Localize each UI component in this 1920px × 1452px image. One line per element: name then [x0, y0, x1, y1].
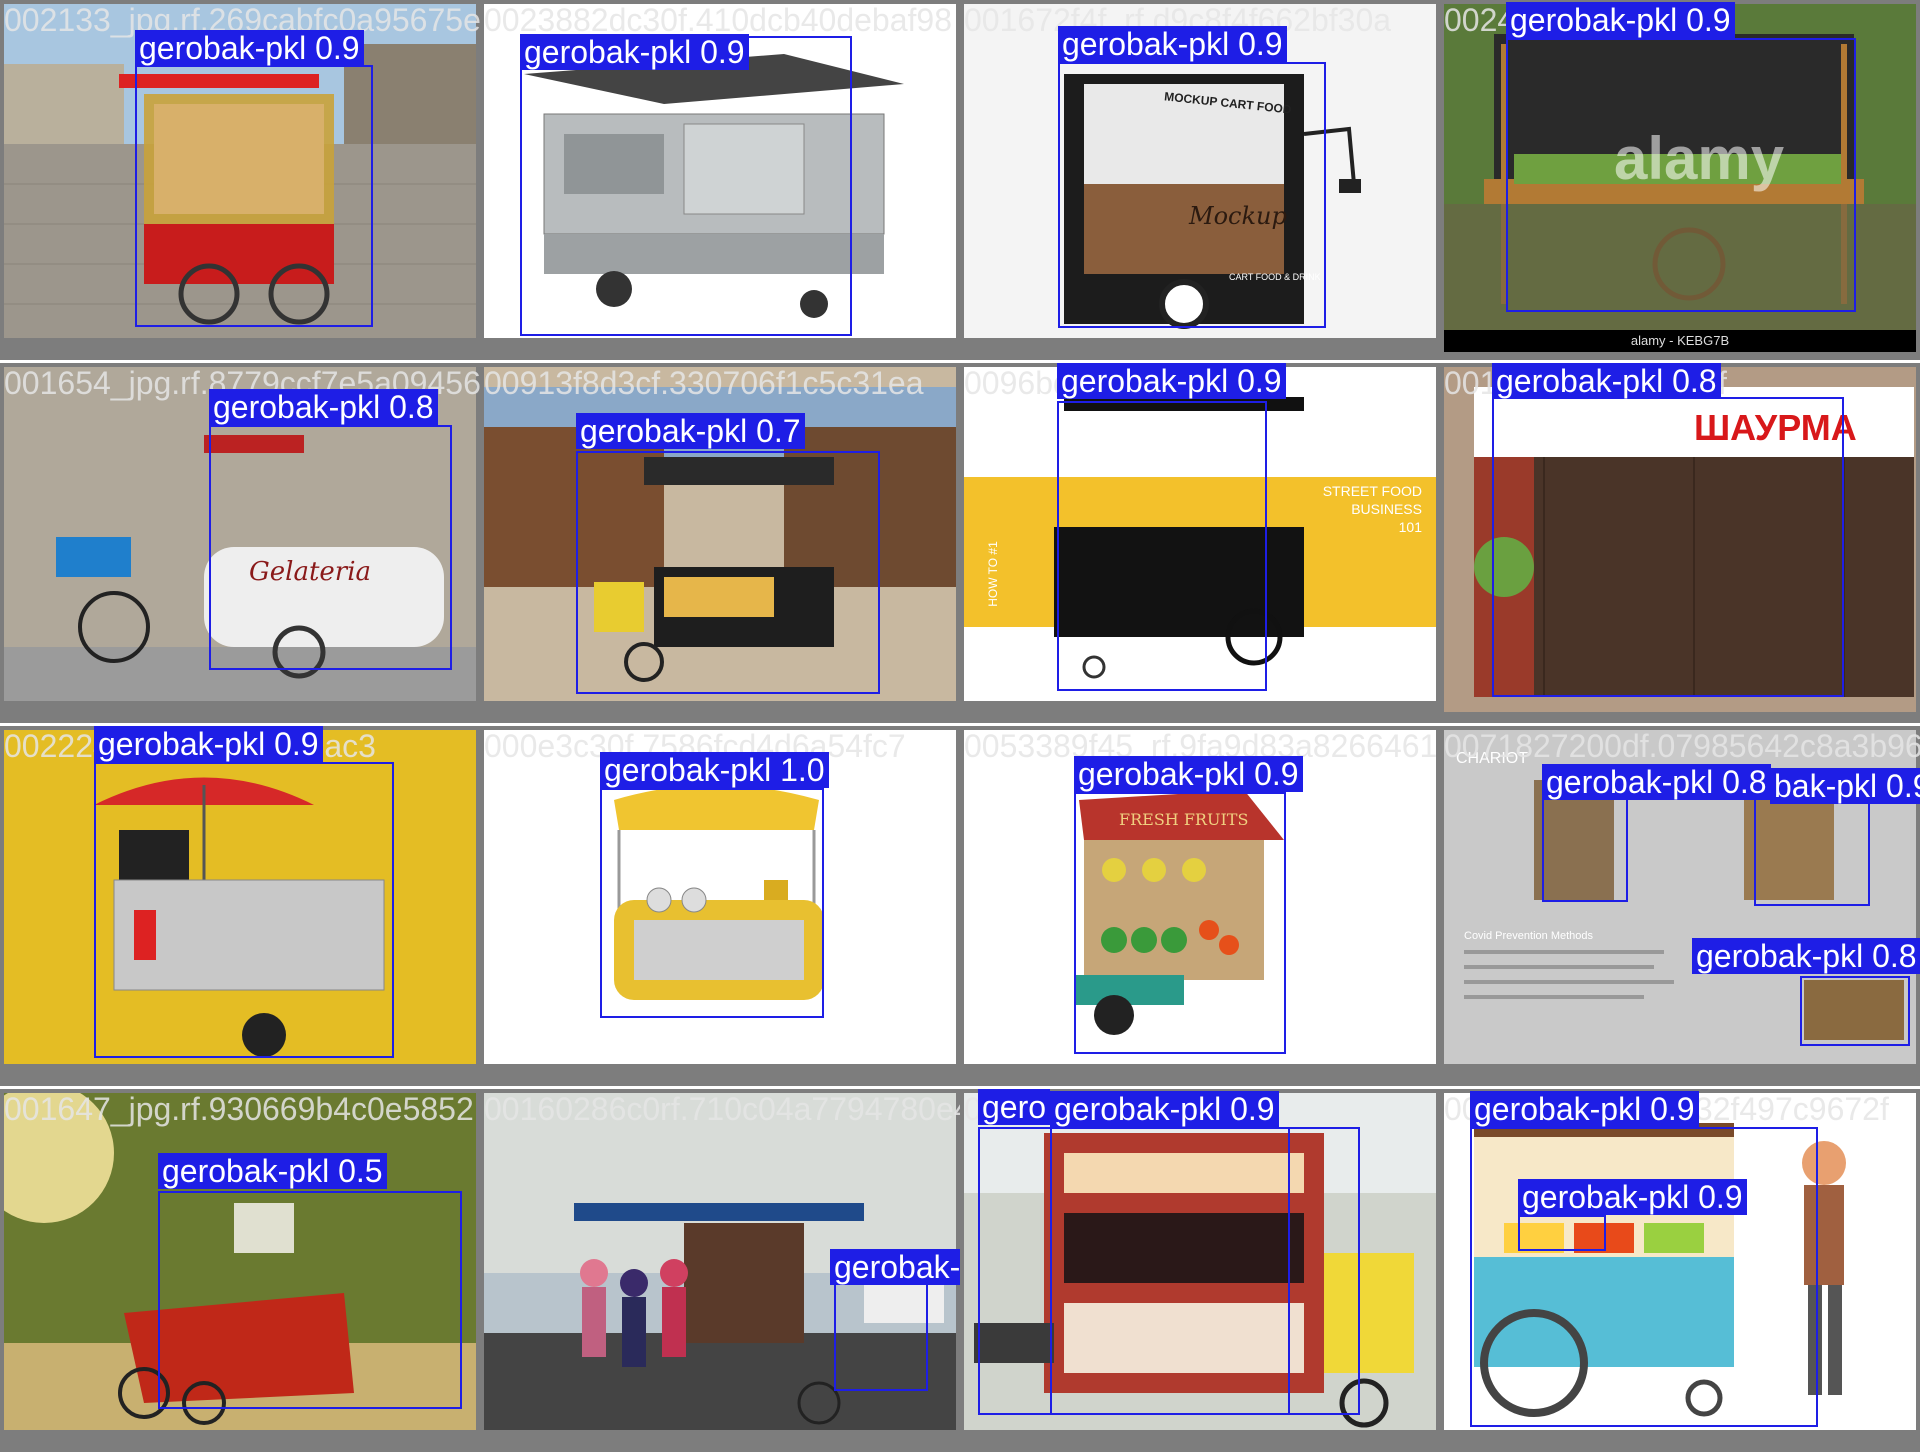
bbox — [1050, 1127, 1360, 1415]
bbox — [135, 65, 373, 327]
bbox — [1506, 38, 1856, 312]
tile-13-filename: 001647_jpg.rf.930669b4c0e5852 — [4, 1091, 474, 1127]
tile-8: ШАУРМА 0015ed1ecaf88935f gerobak-pkl 0.8 — [1440, 363, 1920, 723]
tile-9: 002224460ba4ba8000ac3 gerobak-pkl 0.9 — [0, 726, 480, 1086]
tile-14-filename: 00160286c0rf.710c04a7794780e4 — [484, 1091, 960, 1127]
bbox-label: bak-pkl 0.9 — [1770, 768, 1920, 804]
bbox-label: gero — [978, 1089, 1051, 1125]
tile-16: 0013f06d4ugrf.1d32f497c9672f gerobak-pkl… — [1440, 1089, 1920, 1452]
tile-2: 0023882dc30f.410dcb40debaf98 gerobak-pkl… — [480, 0, 960, 360]
bbox-label: gerobak-pkl 0.9 — [520, 34, 749, 70]
bbox-label: gerobak-pkl 0.9 — [1518, 1179, 1747, 1215]
tile-14: 00160286c0rf.710c04a7794780e4 gerobak-pk… — [480, 1089, 960, 1452]
tile-1: 002133_jpg.rf.269cabfc0a95675e gerobak-p… — [0, 0, 480, 360]
bbox-label: gerobak-pkl 0.9 — [1057, 363, 1286, 399]
tile-6-filename: 00913f8d3cf.330706f1c5c31ea — [484, 365, 924, 401]
vertical-text: HOW TO #1 — [985, 541, 1000, 607]
bbox-label: gerobak-pkl 0.6 — [830, 1249, 960, 1285]
bbox-label: gerobak-pkl 0.8 — [209, 389, 438, 425]
bbox-label: gerobak-pkl 0.8 — [1692, 938, 1920, 974]
bbox-label: gerobak-pkl 0.5 — [158, 1153, 387, 1189]
tile-4: alamy alamy - KEBG7B 0024f83261bbc4a ger… — [1440, 0, 1920, 360]
bbox-label: gerobak-pkl 0.8 — [1542, 764, 1771, 800]
bbox — [1058, 62, 1326, 328]
bbox-label: gerobak-pkl 0.8 — [1492, 363, 1721, 399]
bbox — [1800, 976, 1910, 1046]
bbox — [158, 1191, 462, 1409]
tile-13: 001647_jpg.rf.930669b4c0e5852 gerobak-pk… — [0, 1089, 480, 1452]
bbox-label: gerobak-pkl 0.9 — [1470, 1091, 1699, 1127]
tile-6: 00913f8d3cf.330706f1c5c31ea gerobak-pkl … — [480, 363, 960, 723]
bbox — [1074, 792, 1286, 1054]
bbox-label: gerobak-pkl 1.0 — [600, 752, 829, 788]
bbox — [1470, 1127, 1818, 1427]
bbox — [520, 36, 852, 336]
tile-3: MOCKUP CART FOOD Mockup CART FOOD & DRIN… — [960, 0, 1440, 360]
bbox — [600, 788, 824, 1018]
bbox-label: gerobak-pkl 0.9 — [94, 726, 323, 762]
sheet-section: Covid Prevention Methods — [1464, 930, 1594, 942]
tile-11: FRESH FRUITS 0053389f45_rf.9fa9d83a82664… — [960, 726, 1440, 1086]
bbox-label: gerobak-pkl 0.9 — [1050, 1091, 1279, 1127]
side-text-3: 101 — [1398, 519, 1422, 535]
tile-10: 000e3c30f.7586fcd4d6a54fc7 gerobak-pkl 1… — [480, 726, 960, 1086]
bbox — [209, 425, 452, 670]
tile-12: CHARIOT Covid Prevention Methods 0071827… — [1440, 726, 1920, 1086]
bbox — [94, 762, 394, 1058]
bbox-label: gerobak-pkl 0.9 — [135, 30, 364, 66]
bbox-label: gerobak-pkl 0.7 — [576, 413, 805, 449]
tile-12-filename: 0071827200df.07985642c8a3b96 — [1444, 728, 1920, 764]
side-text-1: STREET FOOD — [1322, 483, 1422, 499]
detection-mosaic: 002133_jpg.rf.269cabfc0a95675e gerobak-p… — [0, 0, 1920, 1452]
bbox — [1518, 1215, 1606, 1251]
side-text-2: BUSINESS — [1351, 501, 1422, 517]
bbox — [1492, 397, 1844, 697]
bbox — [576, 451, 880, 694]
caption-bar: alamy - KEBG7B — [1444, 330, 1916, 352]
tile-15: 00a1f3c4a5f gero gerobak-pkl 0.9 — [960, 1089, 1440, 1452]
tile-7: STREET FOOD BUSINESS 101 HOW TO #1 0096b… — [960, 363, 1440, 723]
bbox — [1057, 401, 1267, 691]
bbox-label: gerobak-pkl 0.9 — [1506, 2, 1735, 38]
bbox-label: gerobak-pkl 0.9 — [1058, 26, 1287, 62]
bbox-label: gerobak-pkl 0.9 — [1074, 756, 1303, 792]
tile-5: Gelateria 001654_jpg.rf.8779ccf7e5a09456… — [0, 363, 480, 723]
